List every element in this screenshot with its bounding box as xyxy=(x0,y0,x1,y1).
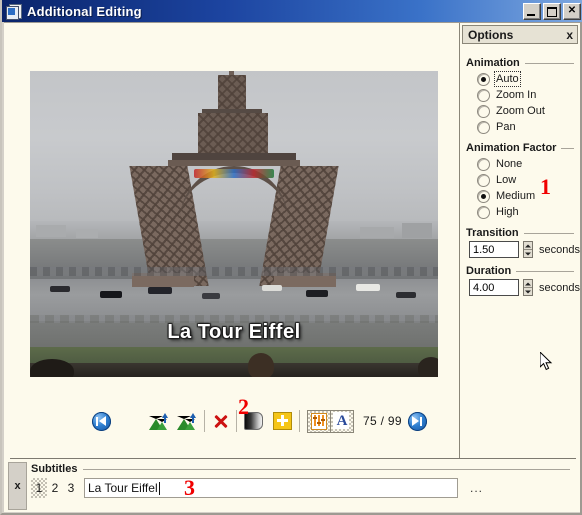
toolbar-separator xyxy=(204,410,205,432)
image-preview[interactable]: La Tour Eiffel xyxy=(30,71,438,377)
subtitle-tab-2[interactable]: 2 xyxy=(47,478,63,498)
subtitles-close-label: x xyxy=(14,480,21,492)
subtitle-text-input[interactable]: La Tour Eiffel xyxy=(84,478,458,498)
application-window: Additional Editing ✕ La Tour Eiffel A 75… xyxy=(0,0,582,515)
annotation-marker-2: 2 xyxy=(238,394,249,419)
duration-spinner[interactable] xyxy=(522,279,534,296)
text-caret xyxy=(158,481,160,495)
annotation-marker-3: 3 xyxy=(184,475,195,500)
app-document-icon xyxy=(6,3,22,20)
radio-label: Medium xyxy=(496,190,536,202)
group-label-duration: Duration xyxy=(466,265,580,277)
radio-label: Zoom Out xyxy=(496,105,545,117)
radio-icon[interactable] xyxy=(477,88,490,102)
close-button[interactable]: ✕ xyxy=(563,3,581,20)
group-label-transition: Transition xyxy=(466,227,580,239)
maximize-button[interactable] xyxy=(543,3,561,20)
subtitle-tab-3[interactable]: 3 xyxy=(63,478,79,498)
radio-icon[interactable] xyxy=(477,173,490,187)
options-panel: Options x Animation Auto Zoom In Zoom Ou… xyxy=(459,23,580,458)
image-caption: La Tour Eiffel xyxy=(167,321,301,343)
group-label-animation-factor: Animation Factor xyxy=(466,142,580,154)
annotation-marker-1: 1 xyxy=(540,174,551,199)
duration-row: 4.00 seconds xyxy=(469,279,580,296)
radio-icon[interactable] xyxy=(477,120,490,134)
options-title: Options xyxy=(468,27,514,42)
radio-animation-zoom-in[interactable]: Zoom In xyxy=(477,87,580,103)
subtitles-title: Subtitles xyxy=(31,463,78,475)
radio-factor-medium[interactable]: Medium xyxy=(477,188,580,204)
radio-icon[interactable] xyxy=(477,189,490,203)
radio-icon[interactable] xyxy=(477,205,490,219)
duration-input[interactable]: 4.00 xyxy=(469,279,519,296)
image-counter: 75 / 99 xyxy=(363,414,402,428)
text-toggle-glyph: A xyxy=(336,412,348,429)
mouse-cursor xyxy=(540,352,553,371)
spinner-down-icon[interactable] xyxy=(523,250,533,257)
minimize-button[interactable] xyxy=(523,3,541,20)
radio-factor-none[interactable]: None xyxy=(477,156,580,172)
options-header: Options x xyxy=(462,25,578,44)
image-toolbar: A 75 / 99 xyxy=(4,398,459,444)
spinner-down-icon[interactable] xyxy=(523,288,533,295)
toolbar-separator xyxy=(299,410,300,432)
move-image-right-button[interactable] xyxy=(177,412,197,430)
first-image-button[interactable] xyxy=(92,411,111,431)
radio-label: High xyxy=(496,206,519,218)
transition-spinner[interactable] xyxy=(522,241,534,258)
add-image-button[interactable] xyxy=(273,412,292,430)
radio-icon[interactable] xyxy=(477,157,490,171)
window-controls: ✕ xyxy=(523,3,581,20)
subtitle-more-button[interactable]: ... xyxy=(470,481,483,495)
radio-label: Auto xyxy=(494,71,521,87)
transition-input[interactable]: 1.50 xyxy=(469,241,519,258)
subtitle-tab-1[interactable]: 1 xyxy=(31,478,47,498)
last-image-button[interactable] xyxy=(407,411,427,431)
radio-label: Low xyxy=(496,174,517,186)
subtitle-text-value: La Tour Eiffel xyxy=(88,481,158,495)
radio-icon[interactable] xyxy=(477,72,490,86)
options-close-icon[interactable]: x xyxy=(566,28,573,42)
radio-animation-zoom-out[interactable]: Zoom Out xyxy=(477,103,580,119)
preview-pane: La Tour Eiffel A 75 / 99 xyxy=(4,23,459,458)
transition-unit: seconds xyxy=(539,243,580,256)
radio-icon[interactable] xyxy=(477,104,490,118)
duration-unit: seconds xyxy=(539,281,580,294)
spinner-up-icon[interactable] xyxy=(523,280,533,288)
radio-factor-high[interactable]: High xyxy=(477,204,580,220)
subtitles-pane: x Subtitles 1 2 3 La Tour Eiffel ... xyxy=(4,458,580,512)
client-area: La Tour Eiffel A 75 / 99 Options x Anima… xyxy=(4,22,580,512)
text-panel-toggle[interactable]: A xyxy=(330,409,354,433)
group-label-animation: Animation xyxy=(466,57,580,69)
subtitles-close-button[interactable]: x xyxy=(8,462,27,510)
radio-label: Zoom In xyxy=(496,89,537,101)
effects-panel-toggle[interactable] xyxy=(307,409,331,433)
delete-image-button[interactable] xyxy=(212,413,229,430)
toolbar-separator xyxy=(236,410,237,432)
radio-label: Pan xyxy=(496,121,516,133)
radio-animation-auto[interactable]: Auto xyxy=(477,71,580,87)
divider xyxy=(10,458,576,459)
radio-factor-low[interactable]: Low xyxy=(477,172,580,188)
spinner-up-icon[interactable] xyxy=(523,242,533,250)
subtitles-header: Subtitles xyxy=(31,463,578,475)
move-image-left-button[interactable] xyxy=(149,412,169,430)
window-title: Additional Editing xyxy=(27,3,142,19)
title-bar: Additional Editing ✕ xyxy=(2,0,582,22)
radio-label: None xyxy=(496,158,523,170)
radio-animation-pan[interactable]: Pan xyxy=(477,119,580,135)
transition-row: 1.50 seconds xyxy=(469,241,580,258)
